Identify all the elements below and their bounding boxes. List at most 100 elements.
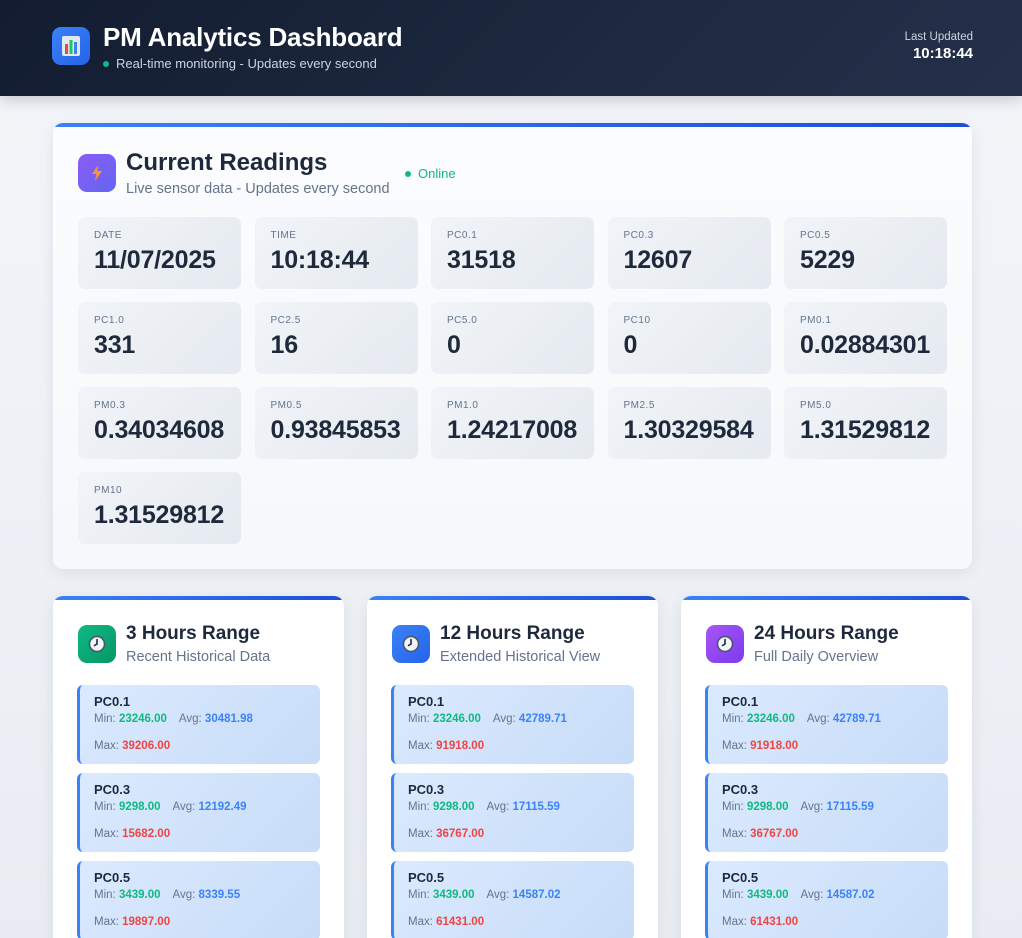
chart-logo-icon xyxy=(52,27,90,65)
min-label: Min: xyxy=(408,713,430,725)
reading-value: 0 xyxy=(447,331,461,359)
current-readings-title: Current Readings xyxy=(126,149,328,176)
reading-value: 12607 xyxy=(623,246,693,274)
reading-tile-pm1-0: PM1.0 1.24217008 xyxy=(431,387,594,459)
reading-label: PC0.5 xyxy=(800,230,831,241)
reading-label: PM2.5 xyxy=(623,400,655,411)
avg-value: 14587.02 xyxy=(512,889,561,901)
metric-name: PC0.5 xyxy=(94,870,131,885)
reading-tile-pc0-1: PC0.1 31518 xyxy=(431,217,594,289)
max-value: 61431.00 xyxy=(436,916,485,928)
min-value: 23246.00 xyxy=(746,713,795,725)
min-label: Min: xyxy=(722,713,744,725)
last-updated-time: 10:18:44 xyxy=(912,45,973,62)
max-value: 39206.00 xyxy=(122,740,171,752)
reading-value: 0.34034608 xyxy=(94,416,225,444)
range-title: 12 Hours Range xyxy=(440,623,585,644)
range-subtitle: Extended Historical View xyxy=(440,649,601,665)
avg-label: Avg: xyxy=(806,713,830,725)
avg-value: 14587.02 xyxy=(826,889,875,901)
reading-label: PM0.3 xyxy=(94,400,126,411)
reading-tile-pc5-0: PC5.0 0 xyxy=(431,302,594,374)
reading-label: PM0.5 xyxy=(270,400,302,411)
range-title: 24 Hours Range xyxy=(754,623,899,644)
metric-max: Max: 15682.00 xyxy=(94,828,170,840)
max-value: 15682.00 xyxy=(122,828,171,840)
avg-label: Avg: xyxy=(800,801,824,813)
reading-value: 0.02884301 xyxy=(800,331,931,359)
reading-label: PM5.0 xyxy=(800,400,832,411)
reading-value: 1.31529812 xyxy=(94,501,225,529)
max-label: Max: xyxy=(94,740,119,752)
reading-label: PM10 xyxy=(94,485,123,496)
metric-min-avg: Min: 3439.00 Avg: 8339.55 xyxy=(94,889,320,901)
reading-value: 1.24217008 xyxy=(447,416,578,444)
reading-label: DATE xyxy=(94,230,122,241)
readings-grid: DATE 11/07/2025 TIME 10:18:44 PC0.1 31518 P… xyxy=(78,217,947,544)
max-value: 36767.00 xyxy=(436,828,485,840)
max-label: Max: xyxy=(722,916,747,928)
online-dot xyxy=(405,170,411,177)
reading-tile-time: TIME 10:18:44 xyxy=(254,217,418,289)
avg-label: Avg: xyxy=(800,889,824,901)
metric-item: PC0.1 Min: 23246.00 Avg: 30481.98 Max: 39… xyxy=(77,685,320,764)
max-label: Max: xyxy=(408,740,433,752)
metric-item: PC0.1 Min: 23246.00 Avg: 42789.71 Max: 91… xyxy=(705,685,948,764)
reading-label: PM0.1 xyxy=(800,315,832,326)
reading-tile-pc2-5: PC2.5 16 xyxy=(254,302,418,374)
status-text: Online xyxy=(418,166,456,181)
min-value: 23246.00 xyxy=(118,713,167,725)
reading-tile-pc0-3: PC0.3 12607 xyxy=(607,217,771,289)
max-value: 91918.00 xyxy=(750,740,799,752)
reading-value: 0.93845853 xyxy=(270,416,401,444)
avg-value: 17115.59 xyxy=(826,801,874,813)
max-label: Max: xyxy=(722,740,747,752)
metric-max: Max: 19897.00 xyxy=(94,916,170,928)
reading-tile-pm0-5: PM0.5 0.93845853 xyxy=(254,387,418,459)
reading-label: PC0.1 xyxy=(447,230,478,241)
metric-item: PC0.5 Min: 3439.00 Avg: 14587.02 Max: 614… xyxy=(705,861,948,938)
metric-max: Max: 61431.00 xyxy=(722,916,798,928)
min-label: Min: xyxy=(722,889,744,901)
metric-max: Max: 91918.00 xyxy=(722,740,798,752)
metric-min-avg: Min: 3439.00 Avg: 14587.02 xyxy=(408,889,634,901)
metric-name: PC0.1 xyxy=(722,694,759,709)
live-indicator-dot xyxy=(103,60,109,67)
min-value: 9298.00 xyxy=(432,801,475,813)
reading-tile-pm2-5: PM2.5 1.30329584 xyxy=(607,387,771,459)
avg-value: 30481.98 xyxy=(204,713,253,725)
metric-item: PC0.3 Min: 9298.00 Avg: 17115.59 Max: 367… xyxy=(391,773,634,852)
metric-min-avg: Min: 23246.00 Avg: 42789.71 xyxy=(722,713,948,725)
avg-value: 12192.49 xyxy=(198,801,247,813)
current-readings-card: Current Readings Live sensor data - Upda… xyxy=(53,123,972,569)
range-card-12h: 12 Hours Range Extended Historical View … xyxy=(367,596,658,938)
metric-name: PC0.3 xyxy=(408,782,445,797)
metric-name: PC0.5 xyxy=(408,870,445,885)
reading-value: 0 xyxy=(623,331,638,359)
app-subtitle-text: Real-time monitoring - Updates every sec… xyxy=(116,56,377,71)
reading-label: PM1.0 xyxy=(447,400,479,411)
max-value: 36767.00 xyxy=(750,828,799,840)
metric-item: PC0.3 Min: 9298.00 Avg: 12192.49 Max: 156… xyxy=(77,773,320,852)
avg-value: 17115.59 xyxy=(512,801,560,813)
min-label: Min: xyxy=(94,801,116,813)
metric-min-avg: Min: 23246.00 Avg: 42789.71 xyxy=(408,713,634,725)
min-value: 3439.00 xyxy=(432,889,475,901)
metric-name: PC0.1 xyxy=(408,694,445,709)
max-label: Max: xyxy=(408,828,433,840)
avg-label: Avg: xyxy=(172,889,196,901)
metric-item: PC0.5 Min: 3439.00 Avg: 8339.55 Max: 1989… xyxy=(77,861,320,938)
min-label: Min: xyxy=(722,801,744,813)
max-label: Max: xyxy=(408,916,433,928)
clock-icon xyxy=(706,625,744,663)
metric-name: PC0.3 xyxy=(94,782,131,797)
reading-tile-pc1-0: PC1.0 331 xyxy=(78,302,241,374)
metric-min-avg: Min: 9298.00 Avg: 17115.59 xyxy=(408,801,634,813)
app-title: PM Analytics Dashboard xyxy=(103,22,403,52)
metric-name: PC0.3 xyxy=(722,782,759,797)
reading-value: 10:18:44 xyxy=(270,246,370,274)
avg-label: Avg: xyxy=(492,713,516,725)
metrics-list: PC0.1 Min: 23246.00 Avg: 42789.71 Max: 91… xyxy=(391,685,634,938)
reading-value: 16 xyxy=(270,331,299,359)
metric-name: PC0.1 xyxy=(94,694,131,709)
